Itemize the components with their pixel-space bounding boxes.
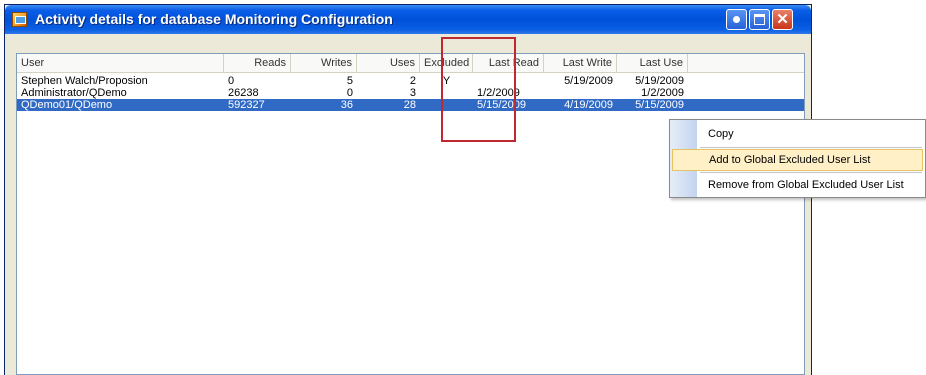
last-write-cell: 4/19/2009 [564,99,613,111]
column-header-uses[interactable]: Uses [357,54,420,73]
window-title: Activity details for database Monitoring… [35,11,393,27]
uses-cell: 28 [403,99,416,111]
column-header-last-use[interactable]: Last Use [617,54,688,73]
column-header-reads[interactable]: Reads [224,54,291,73]
menu-separator [700,147,922,148]
user-cell: Administrator/QDemo [21,87,127,99]
last-use-cell: 1/2/2009 [641,87,684,99]
menu-item-add-to-global-excluded[interactable]: Add to Global Excluded User List [672,149,923,171]
help-button[interactable] [726,9,747,30]
writes-cell: 0 [346,87,353,99]
maximize-button[interactable] [749,9,770,30]
writes-cell: 36 [340,99,353,111]
last-write-cell [544,87,617,99]
column-header-user[interactable]: User [17,54,224,73]
help-icon [733,16,740,23]
reads-cell: 592327 [228,99,265,111]
column-header-last-write[interactable]: Last Write [544,54,617,73]
close-icon: ✕ [776,11,789,28]
database-activity-icon [12,12,27,27]
maximize-icon [754,14,765,25]
table-row[interactable]: Stephen Walch/Proposion 0 5 2 Y 5/19/200… [17,75,804,87]
column-header-filler [688,54,804,73]
close-button[interactable]: ✕ [772,9,793,30]
reads-cell: 26238 [228,87,259,99]
uses-cell: 2 [409,75,416,87]
table-row-selected[interactable]: QDemo01/QDemo 592327 36 28 5/15/2009 4/1… [17,99,804,111]
user-cell: QDemo01/QDemo [21,99,113,111]
uses-cell: 3 [409,87,416,99]
table-row[interactable]: Administrator/QDemo 26238 0 3 1/2/2009 1… [17,87,804,99]
reads-cell: 0 [228,75,235,87]
excluded-column-highlight [441,37,516,142]
menu-item-copy[interactable]: Copy [672,123,923,145]
last-use-cell: 5/15/2009 [635,99,684,111]
user-cell: Stephen Walch/Proposion [21,75,148,87]
menu-item-remove-from-global-excluded[interactable]: Remove from Global Excluded User List [672,174,923,196]
menu-separator [700,172,922,173]
writes-cell: 5 [346,75,353,87]
last-use-cell: 5/19/2009 [635,75,684,87]
title-bar[interactable]: Activity details for database Monitoring… [5,5,811,34]
column-header-writes[interactable]: Writes [291,54,357,73]
context-menu[interactable]: Copy Add to Global Excluded User List Re… [669,119,926,198]
last-write-cell: 5/19/2009 [564,75,613,87]
activity-list-view[interactable]: User Reads Writes Uses Excluded Last Rea… [16,53,805,375]
